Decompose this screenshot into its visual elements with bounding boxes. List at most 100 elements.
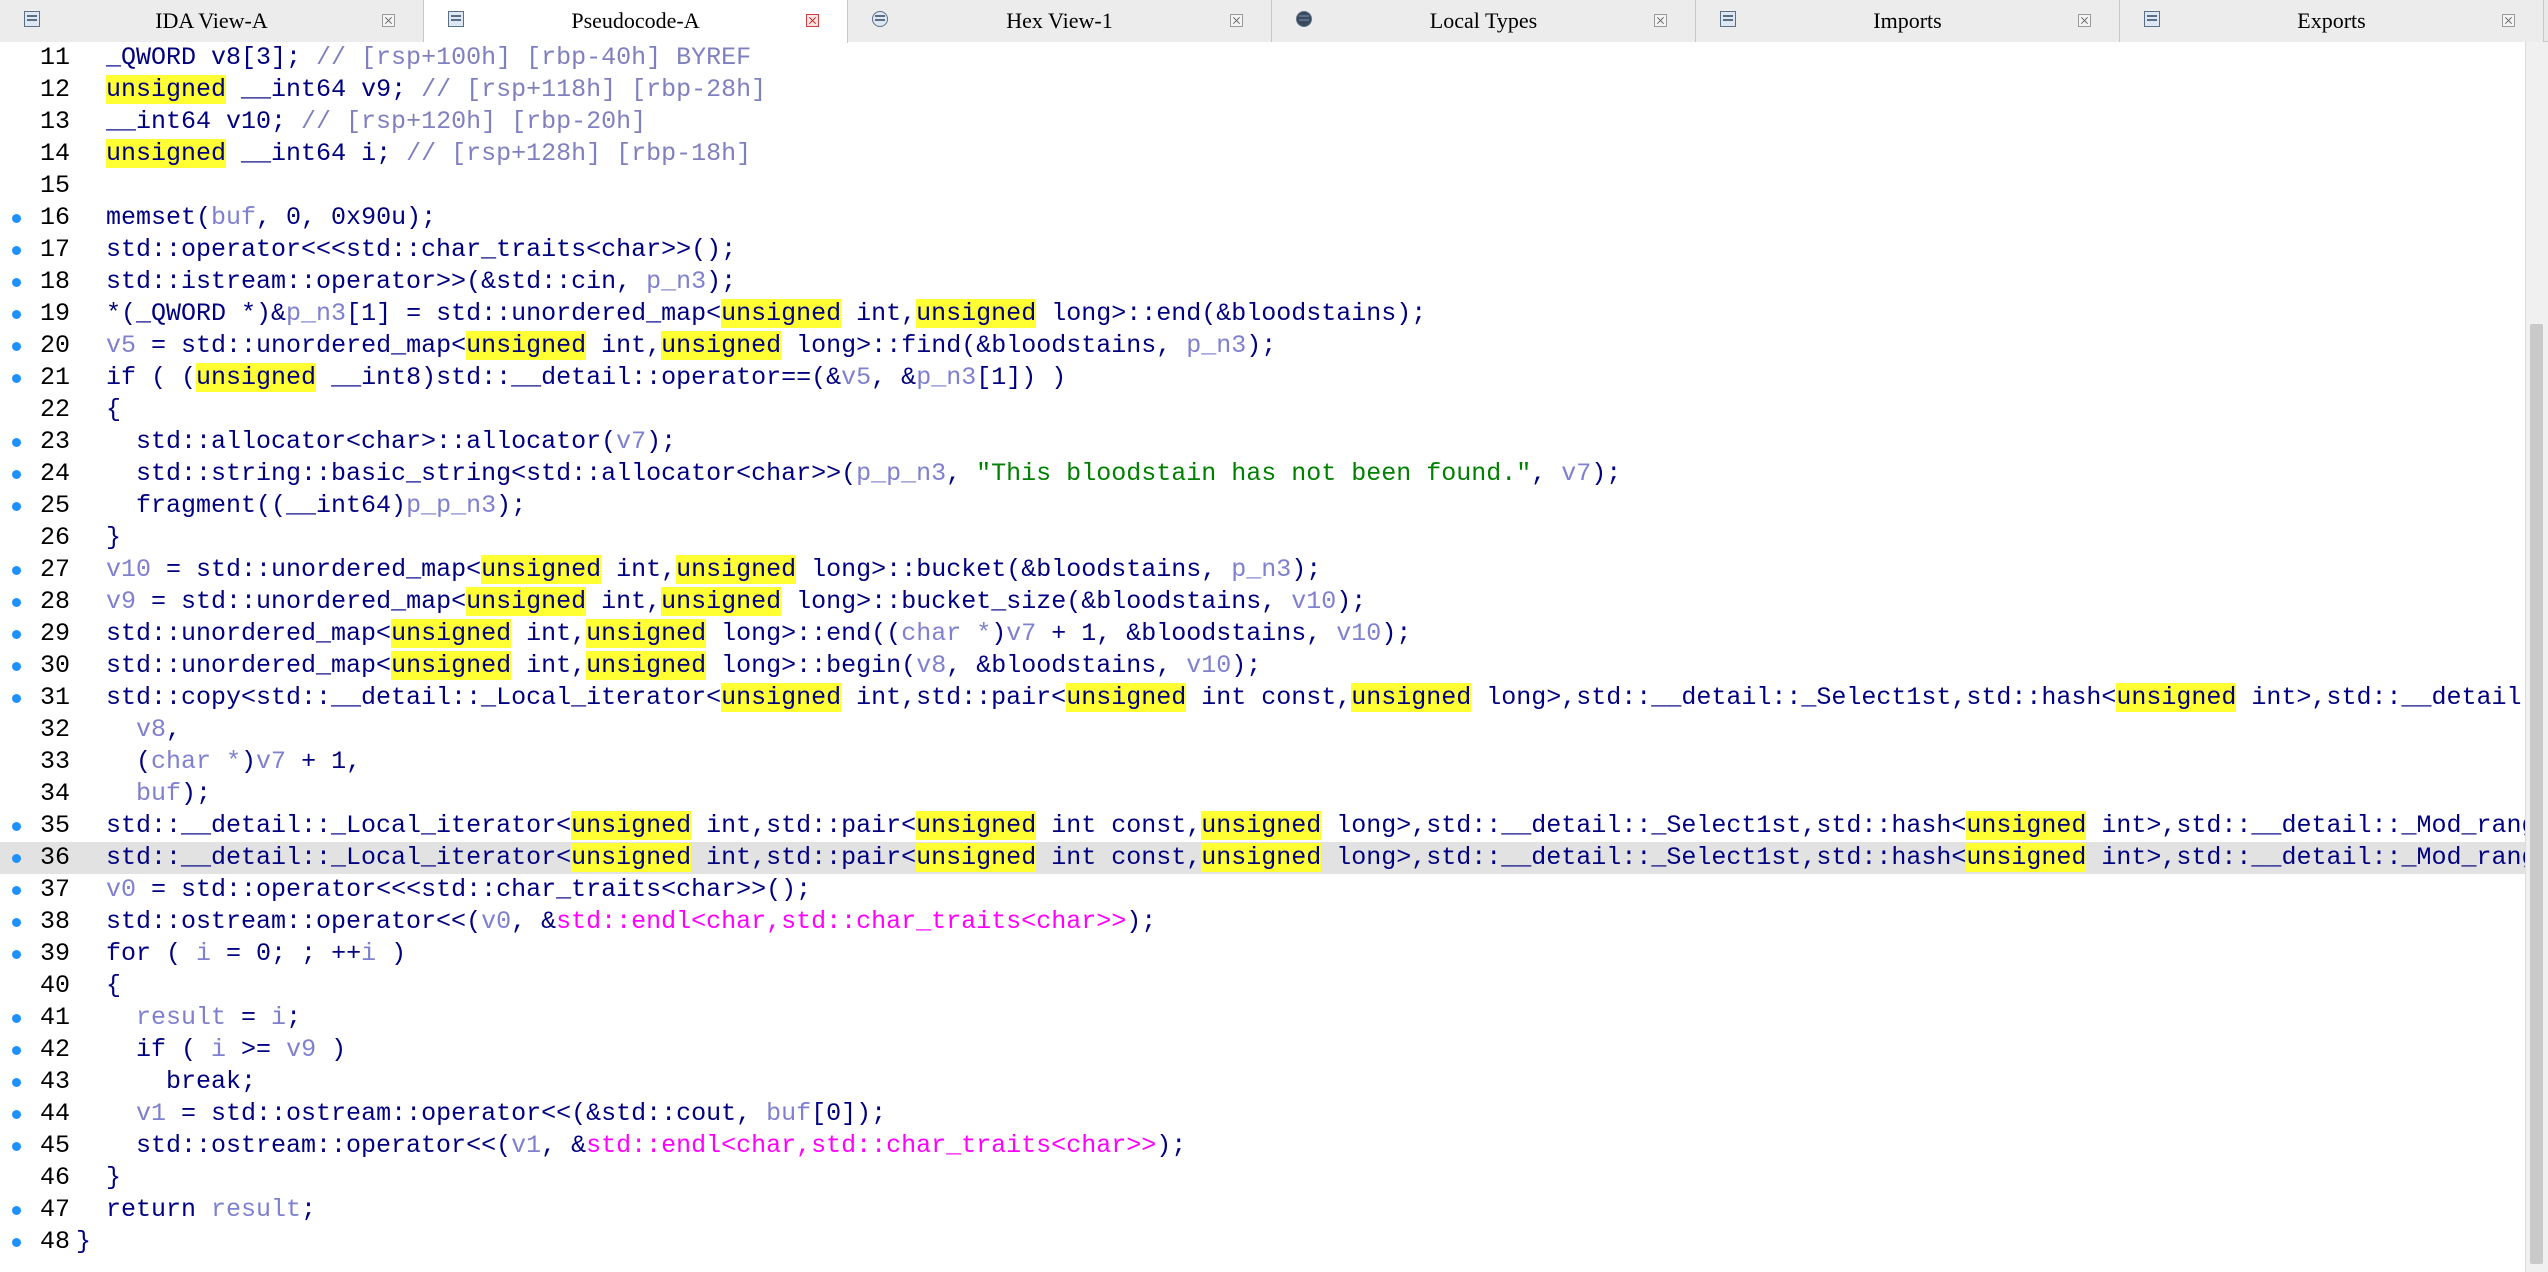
code-text[interactable]: std::__detail::_Local_iterator<unsigned … (76, 810, 2525, 842)
code-line[interactable]: 16 memset(buf, 0, 0x90u); (0, 202, 2525, 234)
code-text[interactable]: result = i; (76, 1002, 301, 1034)
code-text[interactable]: { (76, 394, 121, 426)
code-text[interactable]: buf); (76, 778, 211, 810)
code-text[interactable]: break; (76, 1066, 256, 1098)
code-line[interactable]: 43 break; (0, 1066, 2525, 1098)
breakpoint-dot-icon[interactable] (12, 1046, 21, 1055)
breakpoint-dot-icon[interactable] (12, 342, 21, 351)
code-text[interactable]: std::string::basic_string<std::allocator… (76, 458, 1621, 490)
code-text[interactable]: *(_QWORD *)&p_n3[1] = std::unordered_map… (76, 298, 1426, 330)
code-text[interactable]: v5 = std::unordered_map<unsigned int,uns… (76, 330, 1276, 362)
breakpoint-dot-icon[interactable] (12, 470, 21, 479)
code-text[interactable]: v8, (76, 714, 181, 746)
vertical-scrollbar[interactable] (2525, 42, 2548, 1272)
breakpoint-dot-icon[interactable] (12, 502, 21, 511)
breakpoint-dot-icon[interactable] (12, 214, 21, 223)
code-line[interactable]: 25 fragment((__int64)p_p_n3); (0, 490, 2525, 522)
code-line[interactable]: 24 std::string::basic_string<std::alloca… (0, 458, 2525, 490)
code-line[interactable]: 13 __int64 v10; // [rsp+120h] [rbp-20h] (0, 106, 2525, 138)
code-text[interactable]: } (76, 1226, 91, 1258)
code-line[interactable]: 28 v9 = std::unordered_map<unsigned int,… (0, 586, 2525, 618)
code-line[interactable]: 22 { (0, 394, 2525, 426)
code-text[interactable]: std::allocator<char>::allocator(v7); (76, 426, 676, 458)
code-line[interactable]: 29 std::unordered_map<unsigned int,unsig… (0, 618, 2525, 650)
code-line[interactable]: 38 std::ostream::operator<<(v0, &std::en… (0, 906, 2525, 938)
breakpoint-dot-icon[interactable] (12, 566, 21, 575)
breakpoint-dot-icon[interactable] (12, 1078, 21, 1087)
code-line[interactable]: 27 v10 = std::unordered_map<unsigned int… (0, 554, 2525, 586)
tab-imports[interactable]: Imports (1696, 0, 2120, 42)
code-text[interactable]: v9 = std::unordered_map<unsigned int,uns… (76, 586, 1366, 618)
close-icon[interactable] (382, 14, 395, 27)
code-line[interactable]: 37 v0 = std::operator<<<std::char_traits… (0, 874, 2525, 906)
code-text[interactable]: } (76, 522, 121, 554)
code-line[interactable]: 17 std::operator<<<std::char_traits<char… (0, 234, 2525, 266)
breakpoint-dot-icon[interactable] (12, 662, 21, 671)
code-line[interactable]: 15 (0, 170, 2525, 202)
code-text[interactable]: v1 = std::ostream::operator<<(&std::cout… (76, 1098, 886, 1130)
code-line[interactable]: 14 unsigned __int64 i; // [rsp+128h] [rb… (0, 138, 2525, 170)
code-line[interactable]: 33 (char *)v7 + 1, (0, 746, 2525, 778)
breakpoint-dot-icon[interactable] (12, 374, 21, 383)
code-text[interactable]: std::unordered_map<unsigned int,unsigned… (76, 618, 1411, 650)
code-text[interactable]: if ( i >= v9 ) (76, 1034, 346, 1066)
code-line[interactable]: 47 return result; (0, 1194, 2525, 1226)
code-line[interactable]: 48} (0, 1226, 2525, 1258)
code-line[interactable]: 26 } (0, 522, 2525, 554)
breakpoint-dot-icon[interactable] (12, 278, 21, 287)
breakpoint-dot-icon[interactable] (12, 886, 21, 895)
code-text[interactable]: _QWORD v8[3]; // [rsp+100h] [rbp-40h] BY… (76, 42, 751, 74)
code-line[interactable]: 34 buf); (0, 778, 2525, 810)
breakpoint-dot-icon[interactable] (12, 438, 21, 447)
breakpoint-dot-icon[interactable] (12, 1206, 21, 1215)
breakpoint-dot-icon[interactable] (12, 630, 21, 639)
code-line[interactable]: 46 } (0, 1162, 2525, 1194)
code-line[interactable]: 19 *(_QWORD *)&p_n3[1] = std::unordered_… (0, 298, 2525, 330)
code-line[interactable]: 23 std::allocator<char>::allocator(v7); (0, 426, 2525, 458)
breakpoint-dot-icon[interactable] (12, 310, 21, 319)
code-text[interactable]: unsigned __int64 v9; // [rsp+118h] [rbp-… (76, 74, 766, 106)
close-icon[interactable] (2502, 14, 2515, 27)
code-line[interactable]: 36 std::__detail::_Local_iterator<unsign… (0, 842, 2525, 874)
code-text[interactable]: fragment((__int64)p_p_n3); (76, 490, 526, 522)
code-line[interactable]: 18 std::istream::operator>>(&std::cin, p… (0, 266, 2525, 298)
breakpoint-dot-icon[interactable] (12, 1110, 21, 1119)
code-text[interactable]: __int64 v10; // [rsp+120h] [rbp-20h] (76, 106, 646, 138)
scrollbar-thumb[interactable] (2530, 324, 2543, 1264)
code-line[interactable]: 39 for ( i = 0; ; ++i ) (0, 938, 2525, 970)
tab-exports[interactable]: Exports (2120, 0, 2544, 42)
code-text[interactable]: std::operator<<<std::char_traits<char>>(… (76, 234, 736, 266)
code-text[interactable]: v10 = std::unordered_map<unsigned int,un… (76, 554, 1321, 586)
breakpoint-dot-icon[interactable] (12, 246, 21, 255)
code-text[interactable]: return result; (76, 1194, 316, 1226)
code-text[interactable]: std::unordered_map<unsigned int,unsigned… (76, 650, 1261, 682)
code-text[interactable]: memset(buf, 0, 0x90u); (76, 202, 436, 234)
tab-hex-view-1[interactable]: Hex View-1 (848, 0, 1272, 42)
code-text[interactable]: v0 = std::operator<<<std::char_traits<ch… (76, 874, 811, 906)
code-text[interactable]: std::__detail::_Local_iterator<unsigned … (76, 842, 2525, 874)
code-line[interactable]: 35 std::__detail::_Local_iterator<unsign… (0, 810, 2525, 842)
pseudocode-editor[interactable]: 11 _QWORD v8[3]; // [rsp+100h] [rbp-40h]… (0, 42, 2525, 1272)
close-icon[interactable] (2078, 14, 2091, 27)
tab-ida-view-a[interactable]: IDA View-A (0, 0, 424, 42)
close-icon[interactable] (1230, 14, 1243, 27)
breakpoint-dot-icon[interactable] (12, 1238, 21, 1247)
code-text[interactable]: (char *)v7 + 1, (76, 746, 361, 778)
code-line[interactable]: 45 std::ostream::operator<<(v1, &std::en… (0, 1130, 2525, 1162)
code-line[interactable]: 40 { (0, 970, 2525, 1002)
code-text[interactable]: { (76, 970, 121, 1002)
code-line[interactable]: 20 v5 = std::unordered_map<unsigned int,… (0, 330, 2525, 362)
close-icon[interactable] (1654, 14, 1667, 27)
breakpoint-dot-icon[interactable] (12, 1014, 21, 1023)
breakpoint-dot-icon[interactable] (12, 854, 21, 863)
code-line[interactable]: 30 std::unordered_map<unsigned int,unsig… (0, 650, 2525, 682)
code-text[interactable]: std::ostream::operator<<(v1, &std::endl<… (76, 1130, 1186, 1162)
tab-local-types[interactable]: Local Types (1272, 0, 1696, 42)
code-line[interactable]: 12 unsigned __int64 v9; // [rsp+118h] [r… (0, 74, 2525, 106)
code-line[interactable]: 42 if ( i >= v9 ) (0, 1034, 2525, 1066)
code-text[interactable]: std::ostream::operator<<(v0, &std::endl<… (76, 906, 1156, 938)
code-line[interactable]: 41 result = i; (0, 1002, 2525, 1034)
code-line[interactable]: 21 if ( (unsigned __int8)std::__detail::… (0, 362, 2525, 394)
code-line[interactable]: 44 v1 = std::ostream::operator<<(&std::c… (0, 1098, 2525, 1130)
breakpoint-dot-icon[interactable] (12, 598, 21, 607)
